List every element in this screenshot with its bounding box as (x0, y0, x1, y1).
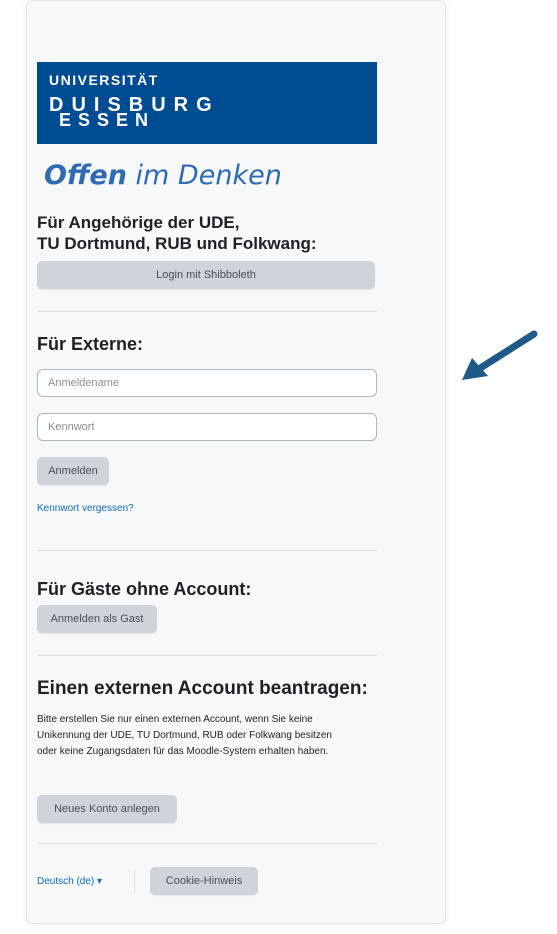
logo-line-universitaet: UNIVERSITÄT (49, 72, 159, 88)
divider (37, 655, 377, 656)
language-selector[interactable]: Deutsch (de) ▾ (37, 876, 102, 887)
slogan-bold: Offen (44, 160, 127, 191)
ude-heading-line2: TU Dortmund, RUB und Folkwang: (37, 234, 317, 253)
guest-heading: Für Gäste ohne Account: (37, 579, 252, 599)
cookie-notice-button[interactable]: Cookie-Hinweis (150, 867, 258, 895)
username-input[interactable] (46, 370, 370, 396)
divider (37, 843, 377, 844)
username-field[interactable] (37, 369, 377, 397)
divider (37, 311, 377, 312)
slogan: Offen im Denken (44, 160, 282, 191)
login-button[interactable]: Anmelden (37, 457, 109, 485)
request-account-text: Bitte erstellen Sie nur einen externen A… (37, 714, 332, 757)
shibboleth-login-button[interactable]: Login mit Shibboleth (37, 261, 375, 289)
request-account-heading: Einen externen Account beantragen: (37, 678, 368, 699)
ude-heading: Für Angehörige der UDE, TU Dortmund, RUB… (37, 212, 317, 254)
password-input[interactable] (46, 414, 370, 440)
ude-heading-line1: Für Angehörige der UDE, (37, 213, 240, 232)
guest-login-button[interactable]: Anmelden als Gast (37, 605, 157, 633)
new-account-button[interactable]: Neues Konto anlegen (37, 795, 177, 823)
pointer-arrow-icon (462, 330, 538, 380)
external-heading: Für Externe: (37, 334, 144, 354)
password-field[interactable] (37, 413, 377, 441)
footer-divider (134, 870, 135, 894)
logo-line-essen: ESSEN (59, 110, 156, 130)
divider (37, 550, 377, 551)
university-logo: UNIVERSITÄT DUISBURG ESSEN (37, 62, 377, 144)
slogan-rest: im Denken (126, 160, 282, 191)
forgot-password-link[interactable]: Kennwort vergessen? (37, 503, 134, 514)
